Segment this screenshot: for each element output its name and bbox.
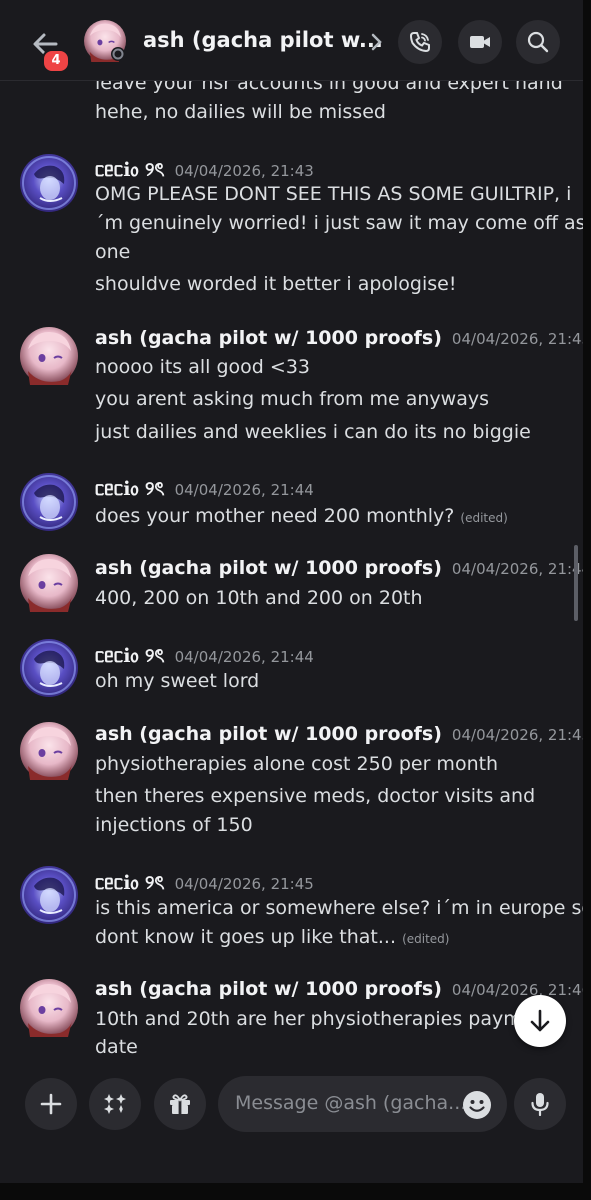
avatar[interactable] [20, 554, 78, 612]
avatar[interactable] [20, 866, 78, 924]
plus-icon [40, 1093, 62, 1115]
author-name[interactable]: ash (gacha pilot w/ 1000 proofs) [95, 327, 442, 349]
message-text: is this america or somewhere else? i´m i… [95, 897, 583, 919]
edited-label: (edited) [402, 932, 450, 946]
profile-picture [84, 20, 126, 62]
message-header: ash (gacha pilot w/ 1000 proofs) 04/04/20… [95, 978, 583, 1000]
jump-to-present-button[interactable] [514, 995, 566, 1047]
chat-header: 4 ash (gacha pilot w... [0, 0, 583, 81]
avatar[interactable] [20, 722, 78, 780]
scrollbar[interactable] [574, 545, 578, 621]
avatar[interactable] [20, 154, 78, 212]
message-body: dont know it goes up like that... [95, 926, 397, 948]
message-header: ash (gacha pilot w/ 1000 proofs) 04/04/20… [95, 557, 583, 579]
message-text: shouldve worded it better i apologise! [95, 273, 457, 295]
timestamp: 04/04/2026, 21:43 [174, 162, 314, 180]
author-name[interactable]: ᥴᥱᥴі᥆ ୨ৎ [95, 872, 165, 894]
message-text: OMG PLEASE DONT SEE THIS AS SOME GUILTRI… [95, 183, 572, 205]
microphone-icon [531, 1093, 549, 1116]
message-text: hehe, no dailies will be missed [95, 101, 386, 123]
timestamp: 04/04/2026, 21:45 [451, 726, 583, 744]
page-title[interactable]: ash (gacha pilot w... [143, 28, 383, 52]
message-text: then theres expensive meds, doctor visit… [95, 785, 536, 807]
timestamp: 04/04/2026, 21:44 [174, 481, 314, 499]
message-text: one [95, 241, 131, 263]
timestamp: 04/04/2026, 21:44 [451, 560, 583, 578]
avatar[interactable] [84, 20, 126, 62]
timestamp: 04/04/2026, 21:46 [451, 981, 583, 999]
search-icon [527, 31, 549, 53]
avatar[interactable] [20, 979, 78, 1037]
message-header: ash (gacha pilot w/ 1000 proofs) 04/04/20… [95, 723, 583, 745]
edited-label: (edited) [460, 511, 508, 525]
smiley-icon[interactable] [462, 1090, 492, 1120]
arrow-down-icon [530, 1009, 550, 1032]
message-text: ´m genuinely worried! i just saw it may … [95, 212, 583, 234]
video-call-button[interactable] [458, 20, 502, 64]
message-text: you arent asking much from me anyways [95, 388, 489, 410]
avatar[interactable] [20, 639, 78, 697]
phone-icon [409, 32, 430, 53]
search-button[interactable] [516, 20, 560, 64]
avatar[interactable] [20, 473, 78, 531]
gift-icon [170, 1094, 190, 1114]
timestamp: 04/04/2026, 21:43 [451, 330, 583, 348]
message-text: oh my sweet lord [95, 670, 260, 692]
message-list[interactable]: leave your hsr accounts in good and expe… [0, 0, 583, 1068]
message-text: noooo its all good <33 [95, 356, 310, 378]
message-text: 400, 200 on 10th and 200 on 20th [95, 587, 423, 609]
message-text: injections of 150 [95, 814, 253, 836]
video-camera-icon [470, 36, 490, 48]
message-text: physiotherapies alone cost 250 per month [95, 753, 499, 775]
apps-button[interactable] [89, 1078, 141, 1130]
add-attachment-button[interactable] [25, 1078, 77, 1130]
timestamp: 04/04/2026, 21:45 [174, 875, 314, 893]
message-text: does your mother need 200 monthly? (edit… [95, 505, 508, 527]
chevron-right-icon[interactable] [368, 31, 386, 53]
message-body: does your mother need 200 monthly? [95, 505, 455, 527]
voice-message-button[interactable] [514, 1078, 566, 1130]
message-text: 10th and 20th are her physiotherapies pa… [95, 1008, 553, 1030]
message-text: just dailies and weeklies i can do its n… [95, 421, 531, 443]
author-name[interactable]: ᥴᥱᥴі᥆ ୨ৎ [95, 478, 165, 500]
message-text: date [95, 1036, 138, 1058]
author-name[interactable]: ash (gacha pilot w/ 1000 proofs) [95, 723, 442, 745]
timestamp: 04/04/2026, 21:44 [174, 648, 314, 666]
author-name[interactable]: ash (gacha pilot w/ 1000 proofs) [95, 978, 442, 1000]
message-composer: Message @ash (gacha... [0, 1068, 583, 1183]
author-name[interactable]: ᥴᥱᥴі᥆ ୨ৎ [95, 159, 165, 181]
message-header: ash (gacha pilot w/ 1000 proofs) 04/04/20… [95, 327, 583, 349]
voice-call-button[interactable] [398, 20, 442, 64]
message-text: dont know it goes up like that... (edite… [95, 926, 449, 948]
message-input[interactable]: Message @ash (gacha... [218, 1076, 507, 1132]
dm-chat-screen: 4 ash (gacha pilot w... leave your hsr a… [0, 0, 583, 1183]
avatar[interactable] [20, 327, 78, 385]
unread-badge: 4 [42, 49, 70, 73]
author-name[interactable]: ᥴᥱᥴі᥆ ୨ৎ [95, 645, 165, 667]
author-name[interactable]: ash (gacha pilot w/ 1000 proofs) [95, 557, 442, 579]
sparkle-apps-icon [104, 1094, 126, 1114]
message-placeholder: Message @ash (gacha... [235, 1092, 467, 1114]
gift-button[interactable] [154, 1078, 206, 1130]
message-header: ᥴᥱᥴі᥆ ୨ৎ 04/04/2026, 21:44 [95, 475, 314, 507]
